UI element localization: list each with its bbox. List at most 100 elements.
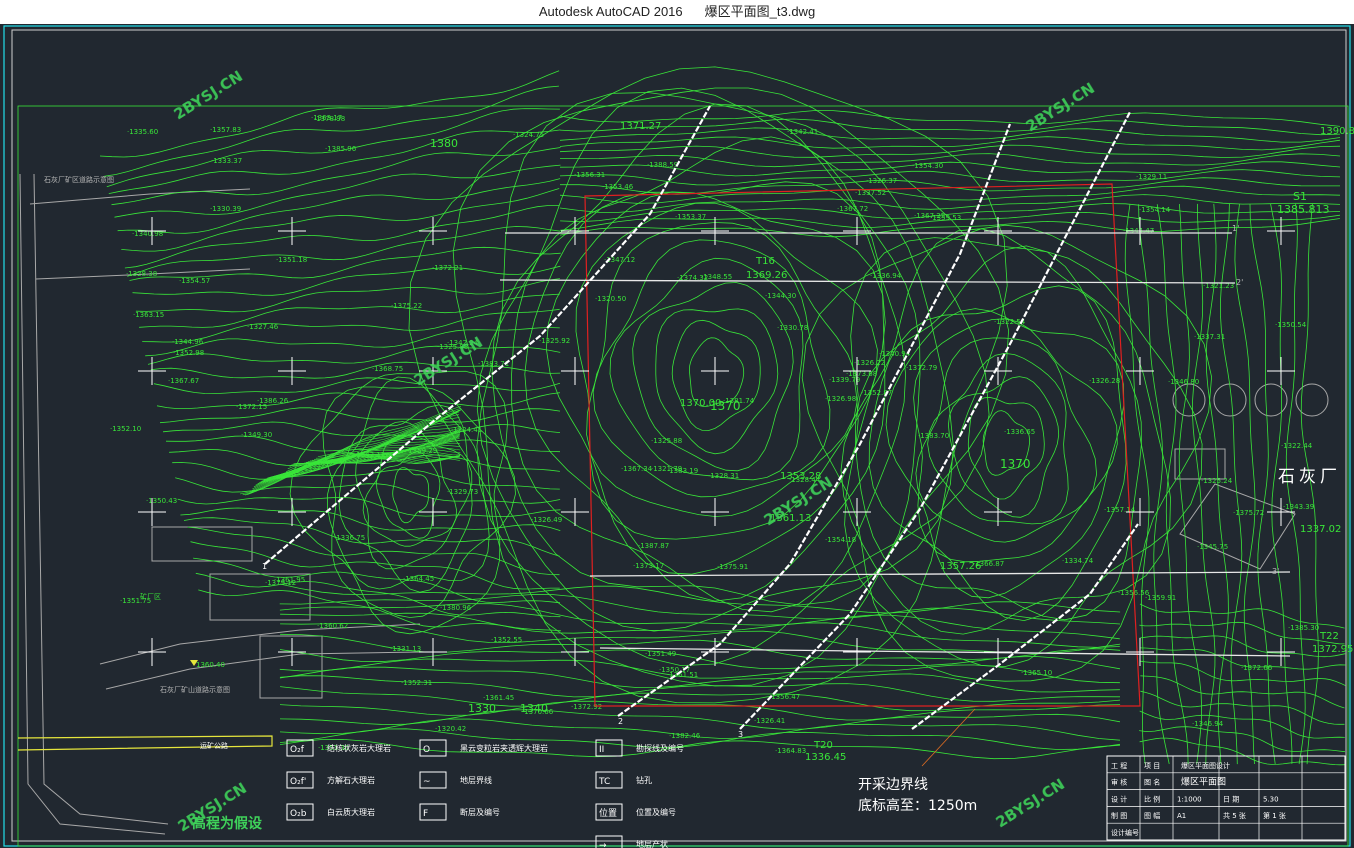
legend-item-8: 位置 位置及编号: [595, 803, 676, 821]
svg-text:·1354.14: ·1354.14: [1139, 206, 1171, 214]
svg-text:·1324.75: ·1324.75: [513, 131, 544, 139]
contour-major-0: 1370: [710, 399, 741, 413]
svg-text:·1353.46: ·1353.46: [602, 183, 634, 191]
legend-item-3: O 黑云变粒岩夹透辉大理岩: [419, 739, 548, 757]
outer-frame: [3, 25, 1351, 847]
svg-text:·1372.66: ·1372.66: [1241, 664, 1273, 672]
svg-text:·1328.38: ·1328.38: [126, 270, 157, 278]
svg-text:·1388.59: ·1388.59: [647, 161, 678, 169]
svg-text:·1365.10: ·1365.10: [1021, 669, 1052, 677]
highway-band: [17, 735, 273, 751]
svg-text:比 例: 比 例: [1144, 794, 1160, 803]
app-name: Autodesk AutoCAD 2016: [538, 4, 683, 19]
t-value-16: 1369.26: [746, 270, 787, 281]
svg-text:·1367.67: ·1367.67: [168, 377, 199, 385]
svg-text:·1375.72: ·1375.72: [1233, 509, 1264, 517]
svg-text:·1328.31: ·1328.31: [708, 472, 739, 480]
svg-text:·1336.65: ·1336.65: [1004, 428, 1035, 436]
window-title-bar: Autodesk AutoCAD 2016 爆区平面图_t3.dwg: [0, 0, 1354, 24]
svg-text:·1378.98: ·1378.98: [314, 115, 345, 123]
watermark-2: 2BYSJ.CN: [1023, 79, 1098, 135]
svg-text:勘探线及编号: 勘探线及编号: [636, 743, 684, 753]
svg-text:·1329.11: ·1329.11: [1136, 173, 1167, 181]
svg-text:制 图: 制 图: [1111, 811, 1127, 820]
svg-text:·1361.95: ·1361.95: [274, 576, 305, 584]
svg-text:·1352.10: ·1352.10: [110, 425, 141, 433]
t-label-16: T16: [755, 256, 775, 267]
svg-text:5.30: 5.30: [1263, 795, 1279, 803]
svg-text:·1344.30: ·1344.30: [765, 292, 796, 300]
road-label: 石灰厂矿区道路示意图: [44, 175, 114, 184]
svg-text:·1333.37: ·1333.37: [211, 157, 242, 165]
svg-text:黑云变粒岩夹透辉大理岩: 黑云变粒岩夹透辉大理岩: [460, 743, 548, 753]
svg-text:设 计: 设 计: [1111, 794, 1127, 803]
cad-drawing-canvas[interactable]: ·1328.31·1325.88·1339.79·1354.30·1359.53…: [0, 24, 1354, 848]
svg-text:A1: A1: [1177, 812, 1186, 820]
svg-text:·1372.21: ·1372.21: [432, 264, 463, 272]
station-label: S1: [1293, 190, 1307, 203]
svg-text:·1329.73: ·1329.73: [447, 488, 478, 496]
t-label-22: T22: [1319, 631, 1339, 642]
topographic-contours: [99, 66, 1346, 766]
svg-text:·1354.18: ·1354.18: [825, 536, 856, 544]
svg-text:·1330.78: ·1330.78: [777, 324, 808, 332]
svg-text:·1331.13: ·1331.13: [390, 645, 421, 653]
legend-item-1: O₂f' 方解石大理岩: [286, 771, 375, 789]
svg-text:·1367.25: ·1367.25: [914, 212, 945, 220]
watermark-1: 2BYSJ.CN: [171, 67, 246, 123]
drawing-viewport[interactable]: ·1328.31·1325.88·1339.79·1354.30·1359.53…: [0, 24, 1354, 848]
contour-major-3: 1340: [520, 702, 548, 715]
svg-text:审 核: 审 核: [1111, 778, 1127, 787]
legend-item-5: F 断层及编号: [419, 803, 500, 821]
svg-text:·1352.55: ·1352.55: [491, 636, 522, 644]
svg-text:·1330.39: ·1330.39: [210, 205, 241, 213]
svg-text:共 5 张: 共 5 张: [1223, 811, 1246, 820]
title-block: 工 程 项 目 爆区平面图设计审 核 图 名 爆区平面图设 计 比 例 1:1000 日 期 5…: [1106, 755, 1346, 841]
svg-text:·1354.57: ·1354.57: [179, 277, 210, 285]
svg-text:·1326.28: ·1326.28: [1089, 377, 1120, 385]
svg-text:地层界线: 地层界线: [460, 775, 492, 785]
svg-text:·1342.11: ·1342.11: [354, 451, 385, 459]
note-elevation: 底标高至：1250m: [858, 797, 977, 814]
svg-text:·1346.80: ·1346.80: [1168, 378, 1199, 386]
svg-text:·1350.43: ·1350.43: [146, 497, 177, 505]
svg-text:·1342.41: ·1342.41: [787, 128, 818, 136]
svg-text:·1326.49: ·1326.49: [531, 516, 562, 524]
svg-text:·1364.45: ·1364.45: [403, 575, 434, 583]
svg-text:·1372.92: ·1372.92: [571, 703, 602, 711]
svg-text:·1368.75: ·1368.75: [372, 365, 403, 373]
svg-text:·1320.42: ·1320.42: [435, 725, 466, 733]
svg-text:·1320.50: ·1320.50: [595, 295, 626, 303]
svg-text:II: II: [599, 745, 604, 755]
note-boundary: 开采边界线: [858, 777, 928, 793]
station-value: 1385.813: [1277, 203, 1330, 216]
legend-item-4: ~ 地层界线: [419, 771, 492, 789]
svg-text:·1361.45: ·1361.45: [483, 694, 514, 702]
svg-text:·1326.22: ·1326.22: [854, 359, 885, 367]
svg-text:·1335.60: ·1335.60: [127, 128, 158, 136]
svg-text:·1350.54: ·1350.54: [1275, 321, 1307, 329]
svg-text:·1372.15: ·1372.15: [236, 403, 267, 411]
line-label-2p: 2': [1236, 278, 1243, 287]
svg-text:·1367.72: ·1367.72: [837, 205, 868, 213]
svg-text:→: →: [599, 841, 607, 848]
svg-text:·1344.96: ·1344.96: [172, 338, 204, 346]
svg-text:·1351.49: ·1351.49: [645, 650, 676, 658]
svg-text:O₂b: O₂b: [290, 809, 307, 819]
svg-text:·1325.92: ·1325.92: [539, 337, 570, 345]
svg-text:·1385.30: ·1385.30: [1288, 624, 1319, 632]
svg-text:O₂f': O₂f': [290, 777, 306, 787]
elev-label-6: 1371.27: [620, 121, 661, 132]
svg-text:爆区平面图设计: 爆区平面图设计: [1181, 761, 1230, 770]
elev-label-4: 1337.02: [1300, 524, 1341, 535]
svg-text:O₂f: O₂f: [290, 745, 305, 755]
line-label-1p: 1': [1232, 224, 1239, 233]
svg-text:·1356.31: ·1356.31: [574, 171, 605, 179]
elev-label-5: 1357.26: [940, 561, 981, 572]
plant-label: 石灰厂: [1278, 467, 1341, 487]
svg-text:·1352.98: ·1352.98: [173, 349, 204, 357]
svg-text:·1382.46: ·1382.46: [669, 732, 701, 740]
svg-text:·1349.30: ·1349.30: [241, 431, 272, 439]
inner-frame: [11, 29, 1347, 842]
svg-text:·1321.79: ·1321.79: [651, 465, 682, 473]
